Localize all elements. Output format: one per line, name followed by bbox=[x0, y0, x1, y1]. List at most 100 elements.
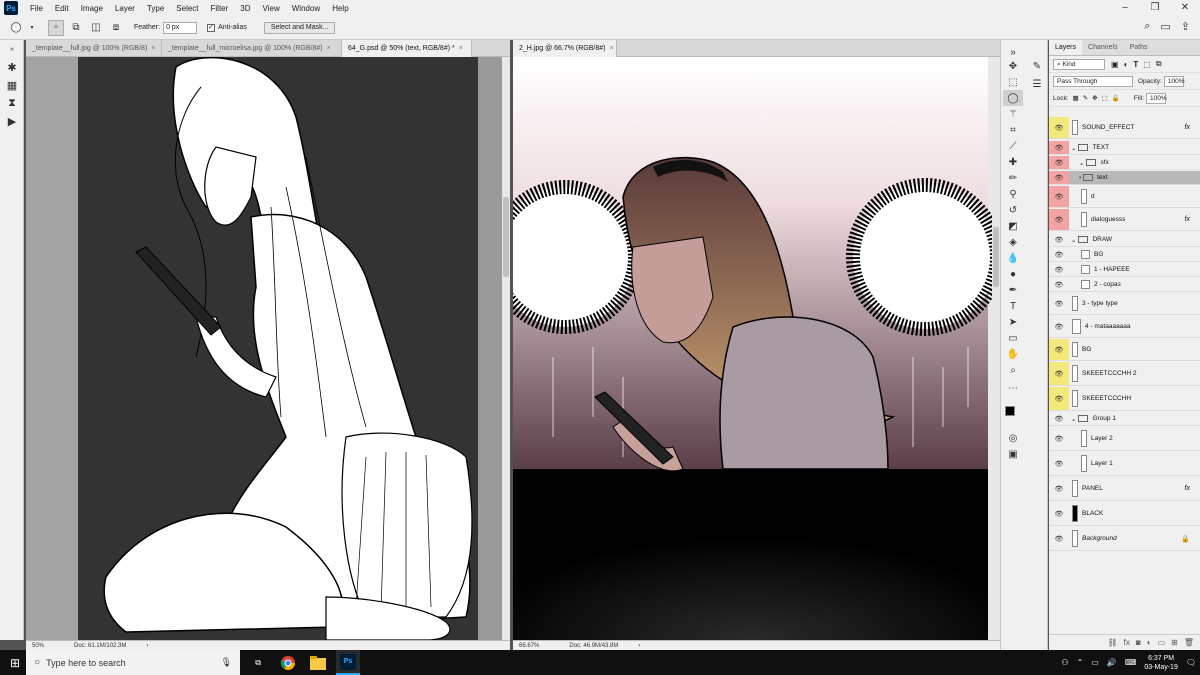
select-and-mask-button[interactable]: Select and Mask... bbox=[263, 21, 336, 34]
group-row-selected[interactable]: 👁 › text bbox=[1049, 171, 1200, 185]
rectangle-tool-icon[interactable]: ▭ bbox=[1003, 330, 1023, 346]
visibility-eye-icon[interactable]: 👁 bbox=[1049, 427, 1069, 450]
antialias-checkbox[interactable]: ✓ bbox=[207, 23, 216, 32]
vertical-scrollbar-left[interactable] bbox=[502, 57, 510, 640]
add-style-icon[interactable]: fx bbox=[1124, 638, 1130, 647]
filter-adjustment-icon[interactable]: ◐ bbox=[1124, 60, 1129, 69]
group-row[interactable]: 👁 ⌄ TEXT bbox=[1049, 141, 1200, 155]
layer-row[interactable]: 👁 SKEEETCCCHH bbox=[1049, 387, 1200, 411]
tab-template-microelisa[interactable]: _template__full_microelisa.jpg @ 100% (R… bbox=[162, 40, 342, 57]
lock-artboard-icon[interactable]: ⬚ bbox=[1102, 94, 1108, 102]
visibility-eye-icon[interactable]: 👁 bbox=[1049, 362, 1069, 385]
kind-filter-select[interactable]: ⌕ Kind bbox=[1053, 58, 1105, 70]
task-view-icon[interactable]: ⧉ bbox=[246, 650, 270, 675]
group-row[interactable]: 👁 ⌄ sfx bbox=[1049, 156, 1200, 170]
canvas-left[interactable] bbox=[26, 57, 510, 640]
visibility-eye-icon[interactable]: 👁 bbox=[1049, 502, 1069, 525]
layer-row[interactable]: 👁 2 - copas bbox=[1049, 278, 1200, 292]
quick-mask-icon[interactable]: ◎ bbox=[1003, 430, 1023, 446]
microphone-icon[interactable]: 🎙 bbox=[221, 657, 232, 668]
keyboard-icon[interactable]: ⌨ bbox=[1125, 658, 1137, 667]
tab-64g-psd[interactable]: 64_G.psd @ 50% (text, RGB/8#) * × bbox=[342, 40, 472, 57]
lasso-tool-preset-icon[interactable]: ◯ bbox=[8, 20, 24, 36]
new-group-icon[interactable]: ▭ bbox=[1158, 638, 1166, 647]
crop-tool-icon[interactable]: ⌗ bbox=[1003, 122, 1023, 138]
eraser-icon[interactable]: ◩ bbox=[1003, 218, 1023, 234]
visibility-eye-icon[interactable]: 👁 bbox=[1049, 186, 1069, 207]
screen-mode-icon[interactable]: ▣ bbox=[1003, 446, 1023, 462]
network-icon[interactable]: ▭ bbox=[1091, 658, 1099, 667]
tab-template-full[interactable]: _template__full.jpg @ 100% (RGB/8) × bbox=[26, 40, 162, 57]
layer-row[interactable]: 👁 Layer 1 bbox=[1049, 452, 1200, 476]
fx-icon[interactable]: fx bbox=[1185, 485, 1190, 492]
photoshop-taskbar-icon[interactable]: Ps bbox=[336, 650, 361, 675]
menu-layer[interactable]: Layer bbox=[109, 4, 141, 13]
brush-panel-icon[interactable]: ✎ bbox=[1027, 58, 1047, 74]
chevron-down-icon[interactable]: ▾ bbox=[28, 20, 36, 36]
add-to-selection-icon[interactable]: ⧉ bbox=[68, 20, 84, 36]
visibility-eye-icon[interactable]: 👁 bbox=[1049, 209, 1069, 230]
layer-row[interactable]: 👁 1 - HAPEEE bbox=[1049, 263, 1200, 277]
visibility-eye-icon[interactable]: 👁 bbox=[1049, 117, 1069, 138]
group-row[interactable]: 👁 ⌄ DRAW bbox=[1049, 233, 1200, 247]
visibility-eye-icon[interactable]: 👁 bbox=[1049, 263, 1069, 276]
tab-layers[interactable]: Layers bbox=[1049, 40, 1083, 55]
brush-tool-icon[interactable]: ✏ bbox=[1003, 170, 1023, 186]
visibility-eye-icon[interactable]: 👁 bbox=[1049, 527, 1069, 550]
history-brush-icon[interactable]: ↺ bbox=[1003, 202, 1023, 218]
maximize-icon[interactable]: ❐ bbox=[1140, 0, 1170, 16]
visibility-eye-icon[interactable]: 👁 bbox=[1049, 171, 1069, 184]
people-icon[interactable]: ⚇ bbox=[1061, 658, 1068, 667]
chevron-down-icon[interactable]: ⌄ bbox=[1071, 415, 1076, 423]
visibility-eye-icon[interactable]: 👁 bbox=[1049, 156, 1069, 169]
vertical-scrollbar-right[interactable] bbox=[992, 57, 1000, 640]
menu-3d[interactable]: 3D bbox=[234, 4, 256, 13]
move-tool-icon[interactable]: ✥ bbox=[1003, 58, 1023, 74]
type-tool-icon[interactable]: T bbox=[1003, 298, 1023, 314]
chevron-down-icon[interactable]: ⌄ bbox=[1071, 236, 1076, 244]
workspace-icon[interactable]: ▭ bbox=[1160, 20, 1170, 33]
menu-help[interactable]: Help bbox=[326, 4, 354, 13]
visibility-eye-icon[interactable]: 👁 bbox=[1049, 412, 1069, 425]
intersect-selection-icon[interactable]: ⧈ bbox=[108, 20, 124, 36]
paint-bucket-icon[interactable]: ◈ bbox=[1003, 234, 1023, 250]
fx-icon[interactable]: fx bbox=[1185, 124, 1190, 131]
filter-smart-icon[interactable]: ⧉ bbox=[1156, 59, 1162, 69]
play-icon[interactable]: ▶ bbox=[0, 112, 24, 130]
blur-tool-icon[interactable]: 💧 bbox=[1003, 250, 1023, 266]
close-icon[interactable]: ✕ bbox=[1170, 0, 1200, 16]
tab-paths[interactable]: Paths bbox=[1124, 40, 1154, 55]
tab-channels[interactable]: Channels bbox=[1082, 40, 1124, 55]
lock-all-icon[interactable]: 🔒 bbox=[1112, 94, 1120, 102]
adjustments-icon[interactable]: ☰ bbox=[1027, 76, 1047, 92]
healing-brush-icon[interactable]: ✚ bbox=[1003, 154, 1023, 170]
feather-input[interactable]: 0 px bbox=[163, 21, 198, 34]
menu-edit[interactable]: Edit bbox=[49, 4, 75, 13]
layer-row[interactable]: 👁 4 - mataaaaaaa bbox=[1049, 316, 1200, 338]
close-tab-icon[interactable]: × bbox=[327, 45, 331, 52]
visibility-eye-icon[interactable]: 👁 bbox=[1049, 452, 1069, 475]
layer-row[interactable]: 👁 SOUND_EFFECT fx bbox=[1049, 117, 1200, 139]
new-layer-icon[interactable]: ⊞ bbox=[1171, 638, 1178, 647]
layer-row[interactable]: 👁 Layer 2 bbox=[1049, 427, 1200, 451]
visibility-eye-icon[interactable]: 👁 bbox=[1049, 477, 1069, 500]
minimize-icon[interactable]: – bbox=[1110, 0, 1140, 16]
pen-tool-icon[interactable]: ✒ bbox=[1003, 282, 1023, 298]
visibility-eye-icon[interactable]: 👁 bbox=[1049, 387, 1069, 410]
opacity-input[interactable]: 100% bbox=[1163, 75, 1184, 87]
layer-row[interactable]: 👁 BLACK bbox=[1049, 502, 1200, 526]
menu-select[interactable]: Select bbox=[170, 4, 204, 13]
filter-type-icon[interactable]: T bbox=[1133, 60, 1138, 69]
trash-icon[interactable]: 🗑 bbox=[1184, 638, 1194, 647]
brush-presets-icon[interactable]: ▦ bbox=[0, 76, 24, 94]
layer-row[interactable]: 👁 d bbox=[1049, 186, 1200, 208]
subtract-selection-icon[interactable]: ◫ bbox=[88, 20, 104, 36]
layer-row[interactable]: 👁 dialoguesss fx bbox=[1049, 209, 1200, 231]
close-tab-icon[interactable]: × bbox=[151, 45, 155, 52]
chrome-icon[interactable] bbox=[276, 650, 300, 675]
blend-mode-select[interactable]: Pass Through bbox=[1053, 75, 1133, 87]
add-mask-icon[interactable]: ◙ bbox=[1136, 638, 1141, 647]
menu-filter[interactable]: Filter bbox=[205, 4, 235, 13]
zoom-level[interactable]: 50% bbox=[32, 643, 44, 649]
visibility-eye-icon[interactable]: 👁 bbox=[1049, 141, 1069, 154]
